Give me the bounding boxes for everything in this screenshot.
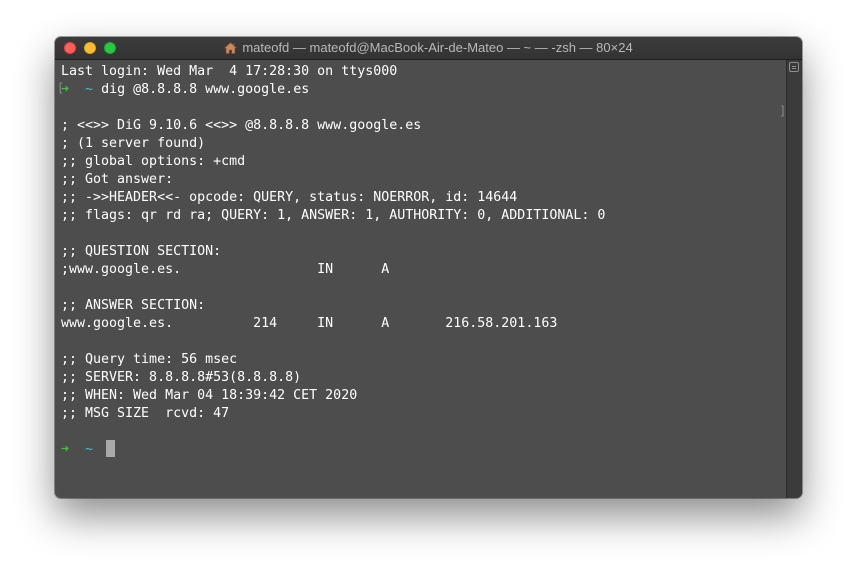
command-text: dig @8.8.8.8 www.google.es: [101, 82, 310, 97]
output-line: ;; global options: +cmd: [61, 154, 246, 169]
prompt-arrow: ➜: [61, 442, 70, 457]
window-title-text: mateofd — mateofd@MacBook-Air-de-Mateo —…: [242, 40, 633, 55]
text-cursor: [106, 440, 115, 457]
home-icon: [224, 39, 238, 61]
output-line: ;; WHEN: Wed Mar 04 18:39:42 CET 2020: [61, 388, 358, 403]
last-login-line: Last login: Wed Mar 4 17:28:30 on ttys00…: [61, 64, 398, 79]
output-line: ;; Query time: 56 msec: [61, 352, 238, 367]
split-pane-icon[interactable]: [789, 62, 799, 72]
terminal-content[interactable]: [ ] Last login: Wed Mar 4 17:28:30 on tt…: [55, 60, 786, 498]
output-line: ;; Got answer:: [61, 172, 174, 187]
output-line: ;; SERVER: 8.8.8.8#53(8.8.8.8): [61, 370, 302, 385]
output-line: ;; ->>HEADER<<- opcode: QUERY, status: N…: [61, 190, 518, 205]
scrollbar[interactable]: [786, 60, 802, 498]
output-line: ; (1 server found): [61, 136, 206, 151]
output-line: ; <<>> DiG 9.10.6 <<>> @8.8.8.8 www.goog…: [61, 118, 422, 133]
output-line: www.google.es. 214 IN A 216.58.201.163: [61, 316, 558, 331]
command-line: ➜ ~ dig @8.8.8.8 www.google.es: [61, 81, 309, 99]
prompt-dir: ~: [85, 442, 94, 457]
title-bar[interactable]: mateofd — mateofd@MacBook-Air-de-Mateo —…: [55, 37, 802, 60]
terminal-window: mateofd — mateofd@MacBook-Air-de-Mateo —…: [55, 37, 802, 498]
output-line: ;; MSG SIZE rcvd: 47: [61, 406, 230, 421]
output-line: ;www.google.es. IN A: [61, 262, 390, 277]
prompt-arrow: ➜: [61, 82, 70, 97]
prompt-line: ➜ ~: [61, 441, 93, 459]
output-line: ;; QUESTION SECTION:: [61, 244, 222, 259]
window-title: mateofd — mateofd@MacBook-Air-de-Mateo —…: [55, 37, 802, 59]
output-line: ;; flags: qr rd ra; QUERY: 1, ANSWER: 1,…: [61, 208, 606, 223]
prompt-dir: ~: [85, 82, 94, 97]
output-line: ;; ANSWER SECTION:: [61, 298, 206, 313]
